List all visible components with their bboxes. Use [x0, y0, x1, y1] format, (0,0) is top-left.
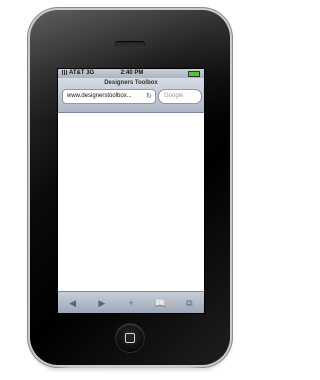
- web-content-area: [58, 113, 204, 291]
- home-button-icon: [125, 333, 135, 343]
- address-bar[interactable]: www.designerstoolbox... ↻: [62, 89, 156, 104]
- address-text: www.designerstoolbox...: [67, 93, 132, 99]
- screen: AT&T 3G 2:40 PM Designers Toolbox www.de…: [57, 68, 205, 314]
- battery-icon: [188, 71, 200, 77]
- status-bar: AT&T 3G 2:40 PM: [58, 69, 204, 78]
- earpiece-speaker: [115, 41, 145, 47]
- back-arrow-icon[interactable]: ◀: [63, 298, 83, 309]
- status-time: 2:40 PM: [120, 70, 144, 76]
- signal-icon: [62, 70, 68, 75]
- device-reflection: [46, 366, 214, 374]
- iphone-device: AT&T 3G 2:40 PM Designers Toolbox www.de…: [30, 10, 230, 365]
- carrier-label: AT&T 3G: [62, 70, 94, 76]
- carrier-text: AT&T 3G: [69, 70, 95, 76]
- page-title: Designers Toolbox: [104, 80, 158, 86]
- search-input[interactable]: Google: [158, 89, 202, 104]
- safari-nav-bar: Designers Toolbox www.designerstoolbox..…: [58, 78, 204, 113]
- reload-icon[interactable]: ↻: [146, 90, 152, 103]
- pages-icon[interactable]: ⧉: [179, 298, 199, 309]
- home-button[interactable]: [116, 324, 144, 352]
- bookmarks-icon[interactable]: 📖: [150, 298, 170, 309]
- safari-toolbar: ◀ ▶ + 📖 ⧉: [58, 291, 204, 313]
- forward-arrow-icon[interactable]: ▶: [92, 298, 112, 309]
- add-icon[interactable]: +: [121, 298, 141, 308]
- search-placeholder: Google: [164, 93, 184, 99]
